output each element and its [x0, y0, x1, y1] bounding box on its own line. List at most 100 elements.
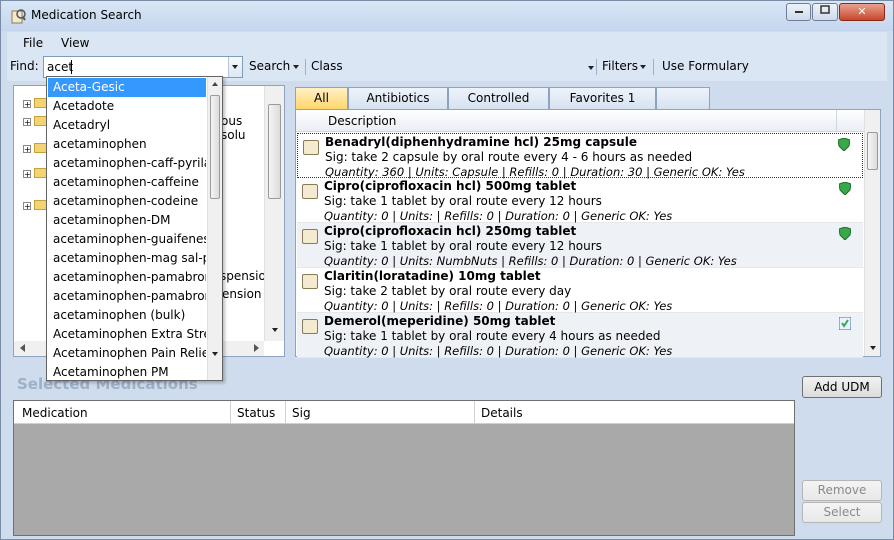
menu-file[interactable]: File: [23, 36, 43, 50]
medication-search-window: Medication Search ✕ File View Find: acet…: [0, 0, 894, 540]
medication-sig: Sig: take 2 tablet by oral route every d…: [324, 284, 572, 298]
medication-icon: [302, 229, 318, 244]
scroll-down-icon[interactable]: [272, 328, 278, 332]
scroll-down-icon[interactable]: [212, 352, 218, 356]
tab-all[interactable]: All: [295, 87, 348, 109]
medication-icon: [302, 274, 318, 289]
autocomplete-item[interactable]: acetaminophen-codeine: [48, 192, 206, 211]
search-dropdown-icon[interactable]: [293, 65, 299, 69]
column-header-medication[interactable]: Medication: [22, 406, 88, 420]
menu-view[interactable]: View: [61, 36, 89, 50]
title-bar: Medication Search ✕: [1, 1, 893, 31]
search-button[interactable]: Search: [249, 59, 290, 73]
column-header-sig[interactable]: Sig: [292, 406, 311, 420]
medication-details: Quantity: 360 | Units: Capsule | Refills…: [325, 165, 745, 179]
medication-row[interactable]: Cipro(ciprofloxacin hcl) 250mg tablet Si…: [297, 223, 863, 268]
class-select[interactable]: [344, 57, 596, 77]
remove-button[interactable]: Remove: [802, 480, 882, 501]
tab-empty[interactable]: [656, 87, 710, 109]
autocomplete-item[interactable]: acetaminophen-mag sal-pan: [48, 249, 206, 268]
medication-sig: Sig: take 1 tablet by oral route every 1…: [324, 194, 602, 208]
autocomplete-item[interactable]: Acetaminophen Pain Relief: [48, 344, 206, 363]
autocomplete-item[interactable]: Acetadote: [48, 97, 206, 116]
close-button[interactable]: ✕: [839, 3, 885, 21]
filters-dropdown-icon[interactable]: [640, 65, 646, 69]
column-header-status[interactable]: Status: [237, 406, 275, 420]
scroll-down-icon[interactable]: [870, 346, 876, 350]
column-divider: [836, 110, 837, 132]
medication-row[interactable]: Demerol(meperidine) 50mg tablet Sig: tak…: [297, 313, 863, 358]
tree-vertical-scrollbar[interactable]: [264, 86, 284, 341]
autocomplete-item[interactable]: Acetadryl: [48, 116, 206, 135]
autocomplete-item[interactable]: acetaminophen-pamabrom-: [48, 287, 206, 306]
expand-icon[interactable]: +: [23, 118, 31, 127]
medication-row[interactable]: Claritin(loratadine) 10mg tablet Sig: ta…: [297, 268, 863, 313]
autocomplete-item[interactable]: acetaminophen-guaifenesin: [48, 230, 206, 249]
autocomplete-item[interactable]: acetaminophen-DM: [48, 211, 206, 230]
minimize-icon: [794, 11, 803, 13]
description-column-header[interactable]: Description: [328, 114, 396, 128]
autocomplete-item[interactable]: Aceta-Gesic: [48, 78, 206, 97]
scroll-up-icon[interactable]: [212, 82, 218, 86]
use-formulary-button[interactable]: Use Formulary: [662, 59, 749, 73]
chevron-down-icon: [232, 65, 238, 69]
medication-name: Cipro(ciprofloxacin hcl) 250mg tablet: [324, 224, 577, 238]
autocomplete-item[interactable]: Acetaminophen PM: [48, 363, 206, 380]
medication-name: Claritin(loratadine) 10mg tablet: [324, 269, 541, 283]
grid-header: Description: [296, 110, 864, 132]
formulary-shield-icon: [839, 227, 851, 240]
medication-row[interactable]: Benadryl(diphenhydramine hcl) 25mg capsu…: [297, 133, 863, 179]
tab-favorites-1[interactable]: Favorites 1: [549, 87, 656, 109]
autocomplete-item[interactable]: acetaminophen-pamabrom: [48, 268, 206, 287]
autocomplete-item[interactable]: Acetaminophen Extra Strengt: [48, 325, 206, 344]
scroll-thumb[interactable]: [867, 132, 878, 170]
close-icon: ✕: [857, 5, 867, 18]
grid-vertical-scrollbar[interactable]: [864, 110, 880, 356]
autocomplete-item[interactable]: acetaminophen: [48, 135, 206, 154]
chevron-down-icon: [588, 66, 594, 70]
medication-details: Quantity: 0 | Units: NumbNuts | Refills:…: [324, 254, 737, 268]
find-input[interactable]: acet: [43, 56, 243, 78]
column-divider: [285, 401, 286, 423]
maximize-icon: [820, 5, 830, 14]
scroll-thumb[interactable]: [210, 95, 220, 199]
menu-bar: File View: [7, 32, 887, 54]
tab-antibiotics[interactable]: Antibiotics: [348, 87, 448, 109]
column-divider: [230, 401, 231, 423]
medication-icon: [303, 140, 319, 155]
autocomplete-item[interactable]: acetaminophen-caff-pyrilam: [48, 154, 206, 173]
find-input-value: acet: [47, 60, 74, 74]
expand-icon[interactable]: +: [23, 202, 31, 211]
expand-icon[interactable]: +: [23, 170, 31, 179]
find-label: Find:: [10, 59, 39, 73]
window-title: Medication Search: [31, 8, 142, 22]
expand-icon[interactable]: +: [23, 145, 31, 154]
medication-name: Demerol(meperidine) 50mg tablet: [324, 314, 556, 328]
dropdown-vertical-scrollbar[interactable]: [207, 77, 222, 380]
toolbar-separator: [596, 59, 597, 75]
expand-icon[interactable]: +: [23, 100, 31, 109]
medication-row[interactable]: Cipro(ciprofloxacin hcl) 500mg tablet Si…: [297, 178, 863, 223]
autocomplete-item[interactable]: acetaminophen-caffeine: [48, 173, 206, 192]
tab-controlled[interactable]: Controlled: [448, 87, 549, 109]
medication-grid: Description Benadryl(diphenhydramine hcl…: [295, 109, 881, 358]
tree-label: ous solu: [221, 114, 246, 142]
formulary-shield-icon: [838, 138, 850, 151]
toolbar-separator: [305, 59, 306, 75]
select-button[interactable]: Select: [802, 502, 882, 523]
scroll-left-icon[interactable]: [20, 344, 25, 352]
tree-label: ension: [222, 287, 262, 301]
minimize-button[interactable]: [786, 3, 811, 21]
scroll-thumb[interactable]: [268, 104, 281, 199]
autocomplete-item[interactable]: acetaminophen (bulk): [48, 306, 206, 325]
medication-sig: Sig: take 1 tablet by oral route every 4…: [324, 329, 661, 343]
scroll-right-icon[interactable]: [254, 344, 259, 352]
column-header-details[interactable]: Details: [481, 406, 523, 420]
filters-button[interactable]: Filters: [602, 59, 638, 73]
maximize-button[interactable]: [812, 3, 838, 21]
column-divider: [474, 401, 475, 423]
selected-medications-grid: Medication Status Sig Details: [13, 400, 795, 536]
add-udm-button[interactable]: Add UDM: [802, 376, 882, 398]
medication-name: Benadryl(diphenhydramine hcl) 25mg capsu…: [325, 135, 637, 149]
find-dropdown-button[interactable]: [228, 57, 242, 77]
